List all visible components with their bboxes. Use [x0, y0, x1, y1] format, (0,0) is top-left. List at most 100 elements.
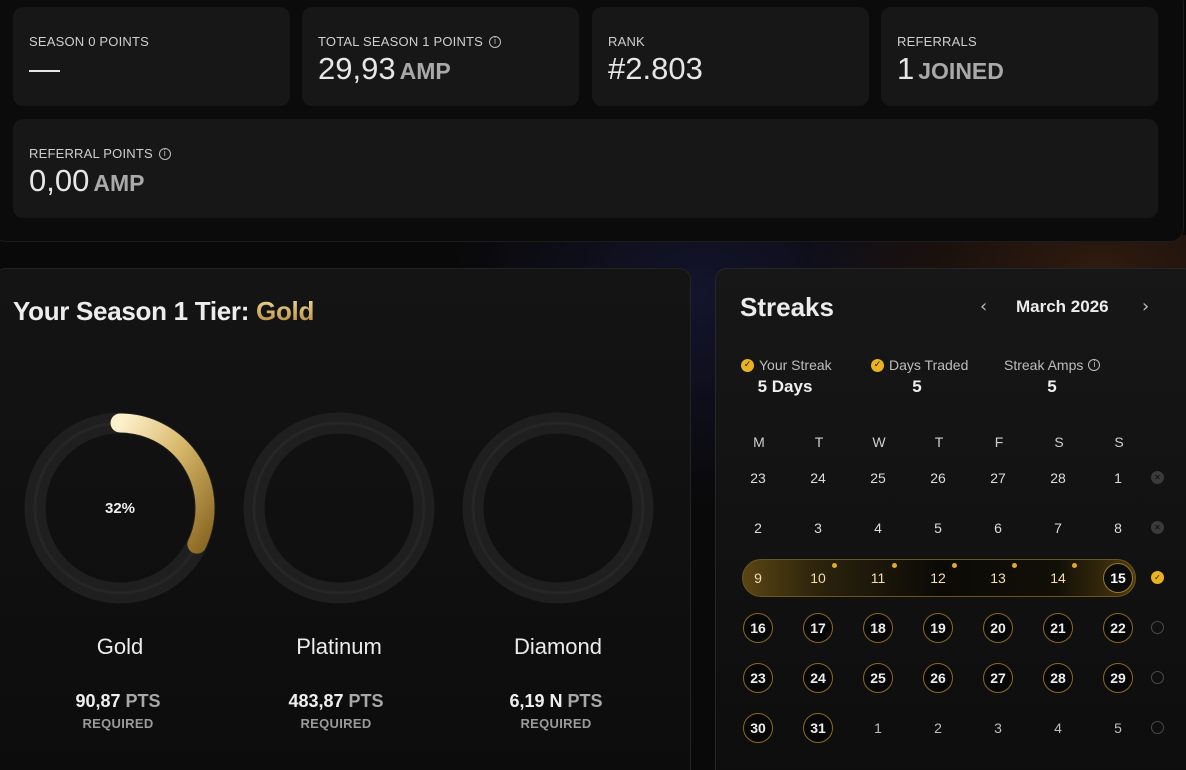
weekday-header: T — [814, 434, 824, 450]
stat-label: REFERRAL POINTS i — [29, 146, 171, 161]
tier-name-gold: Gold — [96, 634, 144, 659]
progress-percent: 32% — [105, 500, 135, 517]
calendar-day[interactable]: 29 — [1103, 663, 1133, 693]
calendar-day[interactable]: 8 — [1103, 513, 1133, 543]
calendar-day[interactable]: 1 — [863, 713, 893, 743]
chevron-left-icon[interactable]: ‹ — [980, 296, 987, 317]
gold-tier-ring: 32% — [24, 412, 216, 604]
weekday-header: W — [872, 434, 886, 450]
calendar-day[interactable]: 25 — [863, 463, 893, 493]
referrals-card: REFERRALS 1 JOINED — [881, 7, 1158, 106]
calendar-day[interactable]: 17 — [803, 613, 833, 643]
weekday-header: T — [934, 434, 944, 450]
stat-unit: AMP — [93, 170, 145, 196]
calendar-day[interactable]: 18 — [863, 613, 893, 643]
calendar-day[interactable]: 30 — [743, 713, 773, 743]
calendar-day[interactable]: 3 — [983, 713, 1013, 743]
stat-label: SEASON 0 POINTS — [29, 34, 150, 49]
week-pending-icon — [1151, 671, 1164, 684]
calendar-day[interactable]: 6 — [983, 513, 1013, 543]
required-label: REQUIRED — [82, 716, 154, 731]
calendar-day[interactable]: 5 — [923, 513, 953, 543]
days-traded-label: ✓ Days Traded — [871, 357, 968, 373]
calendar-day[interactable]: 23 — [743, 463, 773, 493]
streaks-title: Streaks — [740, 292, 834, 322]
traded-indicator-dot — [892, 563, 897, 568]
referral-points-card: REFERRAL POINTS i 0,00 AMP — [13, 119, 1158, 218]
calendar-day[interactable]: 5 — [1103, 713, 1133, 743]
stat-label: TOTAL SEASON 1 POINTS i — [318, 34, 502, 49]
calendar-day[interactable]: 24 — [803, 663, 833, 693]
calendar-day[interactable]: 15 — [1103, 563, 1133, 593]
stat-label: REFERRALS — [897, 34, 977, 49]
traded-indicator-dot — [1072, 563, 1077, 568]
calendar-day[interactable]: 12 — [923, 563, 953, 593]
days-traded-value: 5 — [912, 377, 922, 396]
calendar-day[interactable]: 3 — [803, 513, 833, 543]
stat-label: RANK — [608, 34, 645, 49]
diamond-tier-ring — [462, 412, 654, 604]
calendar-day[interactable]: 20 — [983, 613, 1013, 643]
calendar-day[interactable]: 4 — [863, 513, 893, 543]
week-missed-icon: ✕ — [1151, 521, 1164, 534]
calendar-day[interactable]: 2 — [923, 713, 953, 743]
tier-title: Your Season 1 Tier: Gold — [13, 296, 315, 326]
calendar-day[interactable]: 25 — [863, 663, 893, 693]
gold-progress-arc — [110, 413, 215, 554]
calendar-day[interactable]: 14 — [1043, 563, 1073, 593]
calendar-day[interactable]: 27 — [983, 663, 1013, 693]
your-streak-value: 5 Days — [757, 377, 813, 396]
your-streak-label: ✓ Your Streak — [741, 357, 832, 373]
calendar-day[interactable]: 10 — [803, 563, 833, 593]
calendar-day[interactable]: 27 — [983, 463, 1013, 493]
stat-value: 1 JOINED — [897, 51, 1004, 86]
weekday-header: F — [994, 434, 1004, 450]
calendar-day[interactable]: 16 — [743, 613, 773, 643]
info-icon[interactable]: i — [158, 147, 171, 160]
calendar-day[interactable]: 22 — [1103, 613, 1133, 643]
week-pending-icon — [1151, 621, 1164, 634]
calendar-day[interactable]: 11 — [863, 563, 893, 593]
calendar-day[interactable]: 7 — [1043, 513, 1073, 543]
calendar-day[interactable]: 4 — [1043, 713, 1073, 743]
calendar-day[interactable]: 1 — [1103, 463, 1133, 493]
check-icon: ✓ — [871, 358, 884, 372]
streak-amps-label: Streak Amps i — [1004, 357, 1101, 373]
check-icon: ✓ — [741, 358, 754, 372]
stat-unit: AMP — [399, 58, 451, 84]
calendar-day[interactable]: 9 — [743, 563, 773, 593]
week-pending-icon — [1151, 721, 1164, 734]
week-completed-icon: ✓ — [1151, 571, 1164, 584]
traded-indicator-dot — [832, 563, 837, 568]
calendar-day[interactable]: 24 — [803, 463, 833, 493]
calendar-day[interactable]: 31 — [803, 713, 833, 743]
tier-name-diamond: Diamond — [513, 634, 603, 659]
info-icon[interactable]: i — [1088, 359, 1101, 371]
platinum-required-points: 483,87 PTS — [288, 691, 384, 711]
weekday-header: S — [1054, 434, 1064, 450]
weekday-header: M — [753, 434, 765, 450]
calendar-day[interactable]: 28 — [1043, 663, 1073, 693]
week-missed-icon: ✕ — [1151, 471, 1164, 484]
stat-unit: JOINED — [918, 58, 1004, 84]
traded-indicator-dot — [952, 563, 957, 568]
rank-card: RANK #2.803 — [592, 7, 869, 106]
tier-name-platinum: Platinum — [296, 634, 382, 659]
required-label: REQUIRED — [300, 716, 372, 731]
calendar-day[interactable]: 26 — [923, 663, 953, 693]
stat-value: 29,93 AMP — [318, 51, 451, 86]
season-0-points-card: SEASON 0 POINTS — — [13, 7, 290, 106]
calendar-day[interactable]: 19 — [923, 613, 953, 643]
calendar-day[interactable]: 21 — [1043, 613, 1073, 643]
info-icon[interactable]: i — [489, 35, 502, 48]
chevron-right-icon[interactable]: › — [1142, 296, 1149, 317]
calendar-day[interactable]: 28 — [1043, 463, 1073, 493]
calendar-day[interactable]: 23 — [743, 663, 773, 693]
calendar-day[interactable]: 2 — [743, 513, 773, 543]
weekday-header: S — [1114, 434, 1124, 450]
calendar-day[interactable]: 26 — [923, 463, 953, 493]
gold-required-points: 90,87 PTS — [75, 691, 161, 711]
calendar-day[interactable]: 13 — [983, 563, 1013, 593]
stat-value: #2.803 — [608, 51, 703, 86]
platinum-tier-ring — [243, 412, 435, 604]
